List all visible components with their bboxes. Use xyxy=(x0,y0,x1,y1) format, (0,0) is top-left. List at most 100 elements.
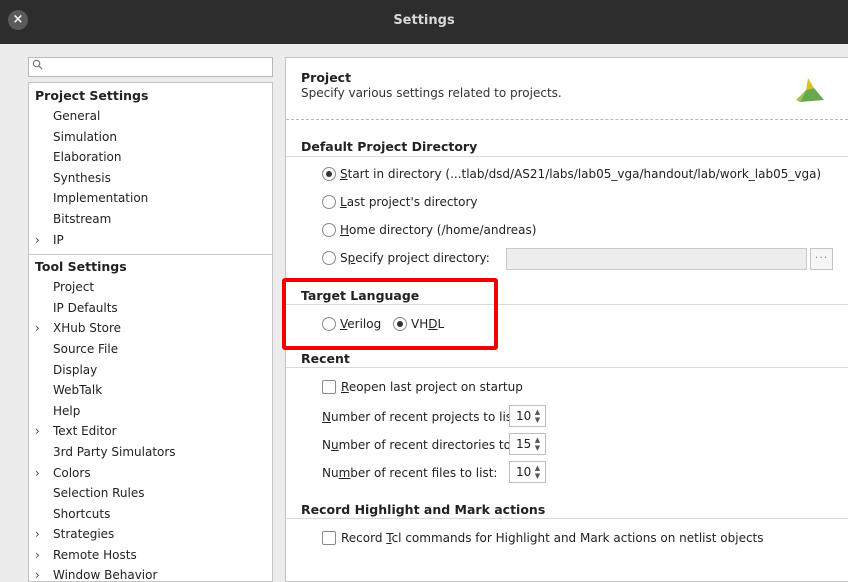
checkbox-label: Record xyxy=(341,531,387,545)
tree-item-source-file[interactable]: Source File xyxy=(29,339,272,360)
tree-item-remote-hosts[interactable]: › Remote Hosts xyxy=(29,545,272,566)
tree-item-shortcuts[interactable]: Shortcuts xyxy=(29,504,272,525)
checkbox-reopen-last-project[interactable]: Reopen last project on startup xyxy=(322,378,523,396)
spinner-value: 10 xyxy=(516,465,532,479)
tree-item-label: IP Defaults xyxy=(53,300,118,315)
chevron-right-icon: › xyxy=(35,547,40,562)
tree-item-implementation[interactable]: Implementation xyxy=(29,188,272,209)
tree-item-label: Strategies xyxy=(53,527,115,542)
spinner-arrows-icon[interactable]: ▲ ▼ xyxy=(533,408,542,424)
chevron-right-icon: › xyxy=(35,321,40,336)
checkbox[interactable] xyxy=(322,380,336,394)
field-label: ber of recent files to list: xyxy=(350,466,498,480)
tree-item-ip-defaults[interactable]: IP Defaults xyxy=(29,298,272,319)
tree-item-label: 3rd Party Simulators xyxy=(53,444,176,459)
spinner-value: 10 xyxy=(516,409,532,423)
recent-files-spinner[interactable]: 10 ▲ ▼ xyxy=(509,461,546,483)
radio-label: ecify project directory: xyxy=(355,251,490,265)
tree-item-label: Source File xyxy=(53,341,119,356)
tree-item-xhub-store[interactable]: › XHub Store xyxy=(29,318,272,339)
radio-specify-directory[interactable]: Specify project directory: xyxy=(322,249,490,267)
tree-item-simulation[interactable]: Simulation xyxy=(29,127,272,148)
project-directory-field[interactable] xyxy=(506,248,807,270)
checkbox[interactable] xyxy=(322,531,336,545)
tree-item-strategies[interactable]: › Strategies xyxy=(29,524,272,545)
tree-item-synthesis[interactable]: Synthesis xyxy=(29,168,272,189)
mnemonic: H xyxy=(340,223,350,237)
label-recent-directories: Number of recent directories to list: xyxy=(322,436,536,454)
radio-last-project-directory[interactable]: Last project's directory xyxy=(322,193,478,211)
radio-button[interactable] xyxy=(322,251,336,265)
tree-item-label: Remote Hosts xyxy=(53,547,137,562)
tree-item-project[interactable]: Project xyxy=(29,277,272,298)
tree-item-ip[interactable]: › IP xyxy=(29,230,272,251)
tree-item-label: IP xyxy=(53,232,64,247)
field-label: umber of recent projects to list: xyxy=(330,410,521,424)
tree-section-tool-settings: Tool Settings xyxy=(35,259,127,275)
search-icon xyxy=(32,59,44,74)
tree-item-3rd-party-simulators[interactable]: 3rd Party Simulators xyxy=(29,442,272,463)
tree-item-selection-rules[interactable]: Selection Rules xyxy=(29,483,272,504)
tree-item-display[interactable]: Display xyxy=(29,360,272,381)
tree-item-label: Project xyxy=(53,280,95,295)
recent-projects-spinner[interactable]: 10 ▲ ▼ xyxy=(509,405,546,427)
tree-item-label: Selection Rules xyxy=(53,486,145,501)
chevron-right-icon: › xyxy=(35,527,40,542)
title-bar: × Settings xyxy=(0,0,848,44)
divider xyxy=(286,367,848,368)
header-divider xyxy=(286,119,848,120)
search-input[interactable] xyxy=(28,57,273,77)
tool-settings-list: Project IP Defaults › XHub Store Source File… xyxy=(29,277,272,582)
checkbox-record-tcl-commands[interactable]: Record Tcl commands for Highlight and Ma… xyxy=(322,529,764,547)
checkbox-label: cl commands for Highlight and Mark actio… xyxy=(391,531,764,545)
tree-item-label: Text Editor xyxy=(53,424,117,439)
radio-button[interactable] xyxy=(322,195,336,209)
tree-item-help[interactable]: Help xyxy=(29,401,272,422)
radio-button[interactable] xyxy=(322,223,336,237)
tree-item-elaboration[interactable]: Elaboration xyxy=(29,147,272,168)
target-language-highlight xyxy=(282,278,498,350)
window-title: Settings xyxy=(393,13,455,28)
tree-section-project-settings: Project Settings xyxy=(35,88,149,103)
vivado-logo-icon xyxy=(796,78,824,102)
tree-item-label: WebTalk xyxy=(53,383,103,398)
section-title-recent: Recent xyxy=(301,351,350,366)
tree-item-bitstream[interactable]: Bitstream xyxy=(29,209,272,230)
mnemonic: S xyxy=(340,167,348,181)
field-label: Nu xyxy=(322,466,339,480)
radio-home-directory[interactable]: Home directory (/home/andreas) xyxy=(322,221,536,239)
spinner-arrows-icon[interactable]: ▲ ▼ xyxy=(533,464,542,480)
chevron-right-icon: › xyxy=(35,465,40,480)
browse-button[interactable]: ··· xyxy=(810,248,833,270)
divider xyxy=(29,254,272,256)
label-recent-projects: Number of recent projects to list: xyxy=(322,408,521,426)
field-label: mber of recent directories to list: xyxy=(338,438,537,452)
chevron-right-icon: › xyxy=(35,232,40,247)
radio-start-in-directory[interactable]: Start in directory (...tlab/dsd/AS21/lab… xyxy=(322,165,821,183)
radio-label: ome directory (/home/andreas) xyxy=(349,223,537,237)
chevron-right-icon: › xyxy=(35,424,40,439)
tree-item-label: Help xyxy=(53,403,81,418)
section-title-default-directory: Default Project Directory xyxy=(301,139,478,154)
radio-label: tart in directory (...tlab/dsd/AS21/labs… xyxy=(347,167,822,181)
radio-label: ast project's directory xyxy=(346,195,478,209)
tree-item-colors[interactable]: › Colors xyxy=(29,463,272,484)
field-label: N xyxy=(322,438,331,452)
checkbox-label: eopen last project on startup xyxy=(348,380,523,394)
spinner-arrows-icon[interactable]: ▲ ▼ xyxy=(533,436,542,452)
spinner-value: 15 xyxy=(516,437,532,451)
tree-item-window-behavior[interactable]: › Window Behavior xyxy=(29,565,272,582)
chevron-right-icon: › xyxy=(35,568,40,582)
recent-directories-spinner[interactable]: 15 ▲ ▼ xyxy=(509,433,546,455)
tree-item-label: Shortcuts xyxy=(53,506,111,521)
divider xyxy=(286,156,848,157)
tree-item-label: Display xyxy=(53,362,98,377)
mnemonic: L xyxy=(340,195,347,209)
tree-item-label: Window Behavior xyxy=(53,568,158,582)
section-title-record-highlight: Record Highlight and Mark actions xyxy=(301,502,546,517)
tree-item-text-editor[interactable]: › Text Editor xyxy=(29,421,272,442)
mnemonic: m xyxy=(338,466,351,480)
tree-item-webtalk[interactable]: WebTalk xyxy=(29,380,272,401)
radio-button-selected[interactable] xyxy=(322,167,336,181)
tree-item-general[interactable]: General xyxy=(29,106,272,127)
